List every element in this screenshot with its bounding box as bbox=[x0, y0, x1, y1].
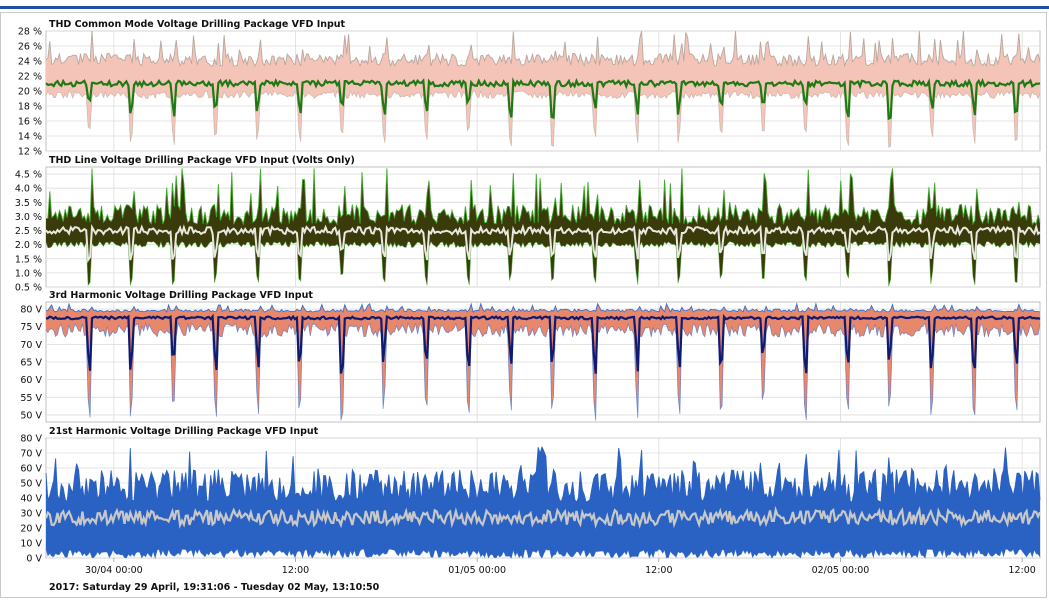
y-tick-label: 70 V bbox=[20, 340, 42, 351]
x-tick-label: 02/05 00:00 bbox=[812, 565, 870, 576]
y-tick-label: 0.5 % bbox=[15, 283, 42, 294]
panel-title-thd-line-voltage: THD Line Voltage Drilling Package VFD In… bbox=[49, 155, 355, 166]
y-tick-label: 10 V bbox=[20, 539, 42, 550]
y-tick-label: 30 V bbox=[20, 509, 42, 520]
y-tick-label: 22 % bbox=[18, 72, 42, 83]
panel-3rd-harmonic: 3rd Harmonic Voltage Drilling Package VF… bbox=[20, 290, 1041, 423]
y-tick-label: 0 V bbox=[26, 554, 42, 565]
x-tick-label: 12:00 bbox=[1008, 565, 1035, 576]
y-tick-label: 24 % bbox=[18, 57, 42, 68]
y-tick-label: 2.0 % bbox=[15, 240, 42, 251]
y-tick-label: 65 V bbox=[20, 358, 42, 369]
x-tick-label: 30/04 00:00 bbox=[85, 565, 143, 576]
y-tick-label: 2.5 % bbox=[15, 226, 42, 237]
y-tick-label: 4.5 % bbox=[15, 170, 42, 181]
y-tick-label: 3.5 % bbox=[15, 198, 42, 209]
x-axis: 30/04 00:00 12:00 01/05 00:00 12:00 02/05 00… bbox=[85, 558, 1036, 576]
y-tick-label: 20 % bbox=[18, 87, 42, 98]
y-tick-label: 80 V bbox=[20, 305, 42, 316]
y-tick-label: 20 V bbox=[20, 524, 42, 535]
y-tick-label: 60 V bbox=[20, 375, 42, 386]
y-tick-label: 50 V bbox=[20, 410, 42, 421]
date-range-label: 2017: Saturday 29 April, 19:31:06 - Tues… bbox=[49, 582, 380, 593]
y-tick-label: 28 % bbox=[18, 27, 42, 38]
y-tick-label: 40 V bbox=[20, 494, 42, 505]
panel-thd-common-mode: THD Common Mode Voltage Drilling Package… bbox=[18, 19, 1041, 158]
y-tick-label: 18 % bbox=[18, 102, 42, 113]
y-tick-label: 1.5 % bbox=[15, 254, 42, 265]
y-tick-label: 14 % bbox=[18, 132, 42, 143]
x-tick-label: 12:00 bbox=[645, 565, 672, 576]
y-tick-label: 50 V bbox=[20, 479, 42, 490]
chart-stack: THD Common Mode Voltage Drilling Package… bbox=[15, 19, 1042, 593]
y-tick-label: 55 V bbox=[20, 393, 42, 404]
y-tick-label: 75 V bbox=[20, 322, 42, 333]
panel-title-21st-harmonic: 21st Harmonic Voltage Drilling Package V… bbox=[49, 426, 319, 437]
panel-thd-line-voltage: THD Line Voltage Drilling Package VFD In… bbox=[15, 155, 1041, 294]
y-tick-label: 3.0 % bbox=[15, 212, 42, 223]
y-tick-label: 26 % bbox=[18, 42, 42, 53]
y-tick-label: 4.0 % bbox=[15, 184, 42, 195]
panel-21st-harmonic: 21st Harmonic Voltage Drilling Package V… bbox=[20, 426, 1042, 565]
panel-title-3rd-harmonic: 3rd Harmonic Voltage Drilling Package VF… bbox=[49, 290, 313, 301]
y-tick-label: 80 V bbox=[20, 434, 42, 445]
y-tick-label: 70 V bbox=[20, 449, 42, 460]
x-tick-label: 01/05 00:00 bbox=[448, 565, 506, 576]
y-tick-label: 1.0 % bbox=[15, 268, 42, 279]
x-tick-label: 12:00 bbox=[282, 565, 309, 576]
y-tick-label: 60 V bbox=[20, 464, 42, 475]
y-tick-label: 16 % bbox=[18, 117, 42, 128]
y-tick-label: 12 % bbox=[18, 147, 42, 158]
panel-title-thd-common-mode: THD Common Mode Voltage Drilling Package… bbox=[49, 19, 346, 30]
